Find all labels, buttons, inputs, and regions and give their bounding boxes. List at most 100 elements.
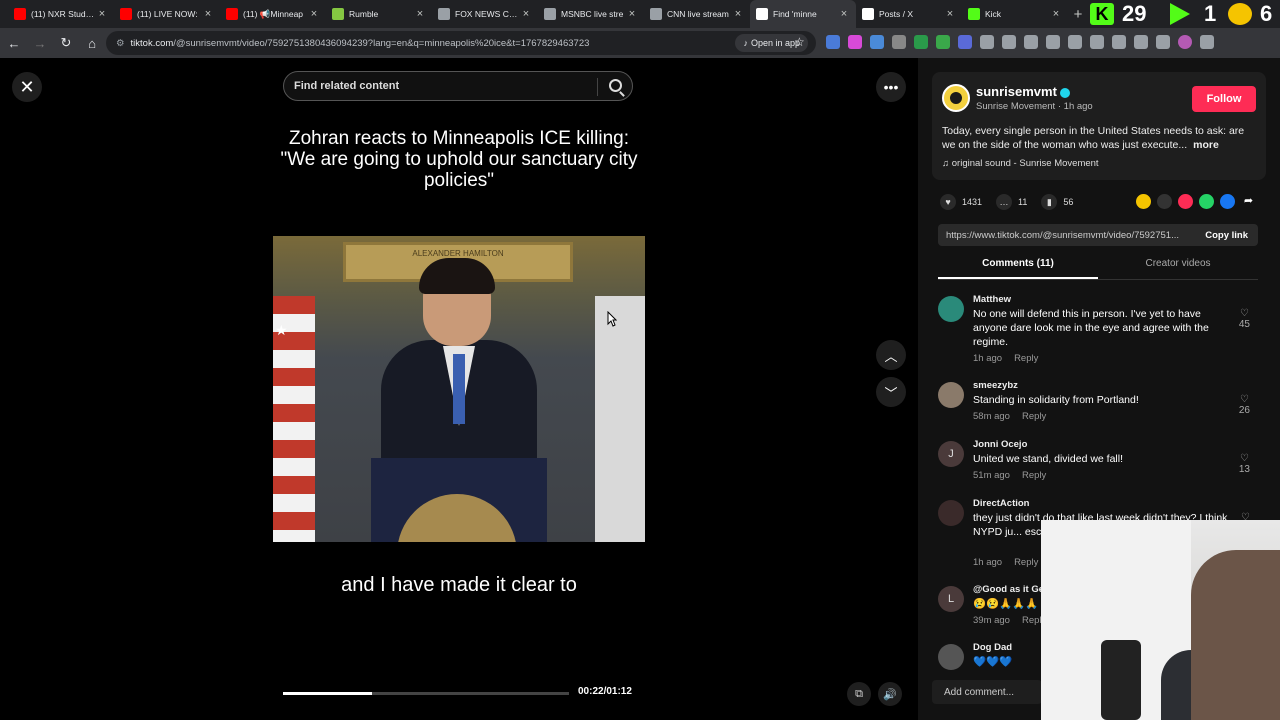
copy-link-button[interactable]: Copy link [1205, 230, 1248, 241]
extension-icon[interactable] [826, 35, 840, 49]
like-stat[interactable]: ♥ 1431 [940, 194, 982, 210]
comment-author[interactable]: smeezybz [973, 380, 1018, 391]
comment-author[interactable]: DirectAction [973, 498, 1029, 509]
extension-icon[interactable] [1156, 35, 1170, 49]
reply-button[interactable]: Reply [1014, 557, 1038, 568]
browser-tab[interactable]: MSNBC live stre × [538, 0, 644, 28]
comment-stat[interactable]: … 11 [996, 194, 1027, 210]
comment-like[interactable]: ♡ 13 [1239, 453, 1250, 475]
extension-icon[interactable] [848, 35, 862, 49]
comment-avatar[interactable] [938, 644, 964, 670]
author-avatar[interactable] [942, 84, 970, 112]
history-icon[interactable] [1024, 35, 1038, 49]
extension-icon[interactable] [870, 35, 884, 49]
browser-tab[interactable]: (11) 📢Minneap × [220, 0, 326, 28]
comment-author[interactable]: @Good as it Ge [973, 584, 1044, 595]
reply-button[interactable]: Reply [1022, 470, 1046, 481]
tab-close-icon[interactable]: × [308, 8, 320, 20]
video-player[interactable]: Find related content Zohran reacts to Mi… [273, 58, 645, 720]
comment-time: 58m ago [973, 411, 1010, 422]
extension-icon[interactable] [980, 35, 994, 49]
comment-text: Standing in solidarity from Portland! [973, 394, 1139, 406]
comment-text: No one will defend this in person. I've … [973, 308, 1209, 348]
new-tab-button[interactable]: + [1068, 6, 1088, 23]
devtools-icon[interactable] [1068, 35, 1082, 49]
back-icon[interactable]: ← [2, 36, 26, 51]
comment-avatar[interactable] [938, 296, 964, 322]
extension-icon[interactable] [892, 35, 906, 49]
browser-tab[interactable]: FOX NEWS CHA × [432, 0, 538, 28]
forward-icon[interactable]: → [28, 36, 52, 51]
extension-icon[interactable] [1090, 35, 1104, 49]
browser-tab[interactable]: Kick × [962, 0, 1068, 28]
repost-icon[interactable] [1136, 194, 1151, 209]
author-username[interactable]: sunrisemvmt [976, 84, 1070, 99]
menu-icon[interactable] [1200, 35, 1214, 49]
next-video-icon[interactable]: ﹀ [876, 377, 906, 407]
kick-extension-icon[interactable]: K [1090, 3, 1114, 25]
tab-close-icon[interactable]: × [1050, 8, 1062, 20]
tab-close-icon[interactable]: × [414, 8, 426, 20]
site-info-icon[interactable]: ⚙ [116, 38, 125, 49]
tab-close-icon[interactable]: × [96, 8, 108, 20]
reply-button[interactable]: Reply [1022, 411, 1046, 422]
add-comment-input[interactable]: Add comment... [932, 680, 1042, 704]
browser-tab[interactable]: (11) LIVE NOW: × [114, 0, 220, 28]
extension-icon[interactable] [1134, 35, 1148, 49]
browser-tab[interactable]: Posts / X × [856, 0, 962, 28]
browser-tab[interactable]: (11) NXR Studios × [8, 0, 114, 28]
share-arrow-icon[interactable]: ➦ [1241, 194, 1256, 209]
extension-icon[interactable] [958, 35, 972, 49]
close-icon[interactable]: ✕ [12, 72, 42, 102]
save-stat[interactable]: ▮ 56 [1041, 194, 1073, 210]
home-icon[interactable]: ⌂ [80, 36, 104, 51]
send-icon[interactable] [1178, 194, 1193, 209]
tab-close-icon[interactable]: × [202, 8, 214, 20]
tab-creator-videos[interactable]: Creator videos [1098, 258, 1258, 279]
browser-tab[interactable]: CNN live stream × [644, 0, 750, 28]
bookmark-star-icon[interactable]: ☆ [794, 35, 805, 49]
tab-close-icon[interactable]: × [626, 8, 638, 20]
tab-close-icon[interactable]: × [944, 8, 956, 20]
search-icon[interactable] [609, 79, 622, 92]
tab-close-icon[interactable]: × [520, 8, 532, 20]
comment-avatar[interactable]: J [938, 441, 964, 467]
tab-title: (11) 📢Minneap [243, 8, 304, 19]
comment-author[interactable]: Matthew [973, 294, 1011, 305]
volume-icon[interactable]: 🔊 [878, 682, 902, 706]
sidebar-icon[interactable] [1112, 35, 1126, 49]
whatsapp-icon[interactable] [1199, 194, 1214, 209]
address-bar[interactable]: ⚙ tiktok.com/@sunrisemvmt/video/75927513… [106, 31, 816, 55]
facebook-icon[interactable] [1220, 194, 1235, 209]
puzzle-icon[interactable] [1002, 35, 1016, 49]
comment-avatar[interactable] [938, 500, 964, 526]
pip-icon[interactable]: ⧉ [847, 682, 871, 706]
sound-link[interactable]: ♫ original sound - Sunrise Movement [942, 158, 1099, 169]
comment-author[interactable]: Jonni Ocejo [973, 439, 1027, 450]
comment-avatar[interactable] [938, 382, 964, 408]
comment-like[interactable]: ♡ 26 [1239, 394, 1250, 416]
related-search-input[interactable]: Find related content [283, 71, 633, 101]
follow-button[interactable]: Follow [1192, 86, 1256, 112]
profile-avatar[interactable] [1178, 35, 1192, 49]
tab-close-icon[interactable]: × [732, 8, 744, 20]
comment-author[interactable]: Dog Dad [973, 642, 1012, 653]
reply-button[interactable]: Reply [1014, 353, 1038, 364]
tab-close-icon[interactable]: × [838, 8, 850, 20]
reload-icon[interactable]: ↻ [54, 35, 78, 51]
progress-bar[interactable] [283, 692, 569, 695]
more-options-icon[interactable]: ••• [876, 72, 906, 102]
extension-icon[interactable] [914, 35, 928, 49]
music-note-icon: ♫ [942, 158, 952, 169]
extension-icon[interactable] [1046, 35, 1060, 49]
emoji-icon [1228, 3, 1252, 25]
tab-comments[interactable]: Comments (11) [938, 258, 1098, 279]
browser-tab[interactable]: Rumble × [326, 0, 432, 28]
embed-icon[interactable] [1157, 194, 1172, 209]
more-link[interactable]: more [1193, 139, 1219, 151]
comment-avatar[interactable]: L [938, 586, 964, 612]
browser-tab[interactable]: Find 'minne × [750, 0, 856, 28]
comment-like[interactable]: ♡ 45 [1239, 308, 1250, 330]
previous-video-icon[interactable]: ︿ [876, 340, 906, 370]
extension-icon[interactable] [936, 35, 950, 49]
